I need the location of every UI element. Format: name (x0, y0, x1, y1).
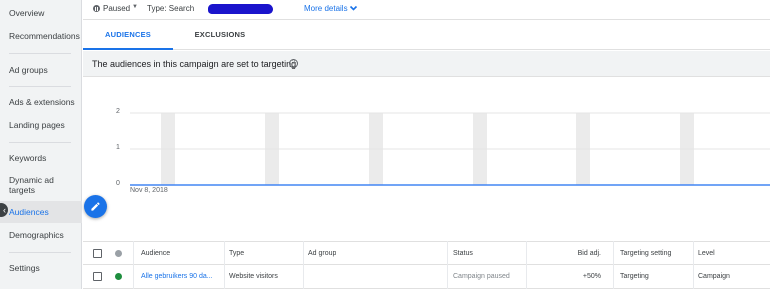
sidebar-item-demographics[interactable]: Demographics (0, 230, 82, 240)
header-audience[interactable]: Audience (141, 242, 170, 265)
more-details-link[interactable]: More details (304, 4, 348, 13)
tab-audiences[interactable]: AUDIENCES (83, 20, 173, 50)
status-label[interactable]: Paused (103, 4, 130, 13)
chart-svg (130, 112, 770, 186)
column-divider (224, 241, 225, 289)
campaign-status-bar: Paused ▼ Type: Search More details (83, 0, 770, 19)
sidebar-item-audiences[interactable]: Audiences (0, 201, 82, 223)
header-type[interactable]: Type (229, 242, 244, 265)
sidebar-divider (9, 53, 71, 54)
sidebar-item-ad-groups[interactable]: Ad groups (0, 65, 82, 75)
audience-bid-adj[interactable]: +50% (527, 265, 601, 288)
header-bid-adj[interactable]: Bid adj. (527, 242, 601, 265)
audience-link[interactable]: Alle gebruikers 90 da... (141, 265, 221, 288)
column-divider (693, 241, 694, 289)
y-tick-label: 1 (116, 144, 120, 151)
audience-targeting-setting: Targeting (620, 273, 649, 280)
targeting-info-text: The audiences in this campaign are set t… (92, 59, 297, 69)
audience-status: Campaign paused (453, 273, 510, 280)
tab-exclusions[interactable]: EXCLUSIONS (181, 20, 259, 50)
status-dropdown-icon[interactable]: ▼ (132, 4, 138, 10)
column-divider (303, 241, 304, 289)
header-targeting-setting[interactable]: Targeting setting (620, 242, 671, 265)
status-header-dot-icon (115, 250, 122, 257)
header-level[interactable]: Level (698, 242, 715, 265)
header-ad-group[interactable]: Ad group (308, 242, 336, 265)
table-header: Audience Type Ad group Status Bid adj. T… (83, 241, 770, 265)
sidebar-item-dynamic-ad-targets[interactable]: Dynamic ad targets (0, 175, 70, 195)
header-status[interactable]: Status (453, 242, 473, 265)
audience-chart: Nov 8, 2018 0 1 2 (83, 77, 770, 209)
audience-level: Campaign (698, 273, 730, 280)
targeting-info-bar: The audiences in this campaign are set t… (83, 51, 770, 77)
row-checkbox[interactable] (93, 272, 102, 281)
audience-type: Website visitors (229, 273, 278, 280)
y-tick-label: 0 (116, 180, 120, 187)
sidebar-item-overview[interactable]: Overview (0, 8, 82, 18)
sidebar-divider (9, 86, 71, 87)
sidebar: Overview Recommendations Ad groups Ads &… (0, 0, 82, 289)
column-divider (613, 241, 614, 289)
chevron-down-icon[interactable] (349, 2, 358, 14)
table-row[interactable]: Alle gebruikers 90 da... Website visitor… (83, 265, 770, 289)
edit-audiences-button[interactable] (84, 195, 107, 218)
enabled-status-icon (115, 273, 122, 280)
sidebar-item-recommendations[interactable]: Recommendations (0, 31, 82, 41)
sidebar-item-ads-extensions[interactable]: Ads & extensions (0, 97, 82, 107)
campaign-type: Type: Search (147, 4, 195, 13)
sidebar-item-settings[interactable]: Settings (0, 263, 82, 273)
column-divider (447, 241, 448, 289)
sidebar-item-landing-pages[interactable]: Landing pages (0, 120, 82, 130)
select-all-checkbox[interactable] (93, 249, 102, 258)
tab-bar: AUDIENCES EXCLUSIONS (83, 19, 770, 50)
paused-icon (93, 5, 100, 12)
y-tick-label: 2 (116, 108, 120, 115)
x-tick-label: Nov 8, 2018 (130, 187, 168, 194)
sidebar-item-keywords[interactable]: Keywords (0, 153, 82, 163)
audience-table: Audience Type Ad group Status Bid adj. T… (83, 241, 770, 289)
help-icon[interactable]: ? (289, 59, 298, 68)
pencil-icon (91, 202, 100, 211)
column-divider (526, 241, 527, 289)
column-divider (133, 241, 134, 289)
redacted-mark (208, 4, 273, 14)
sidebar-divider (9, 252, 71, 253)
sidebar-divider (9, 142, 71, 143)
